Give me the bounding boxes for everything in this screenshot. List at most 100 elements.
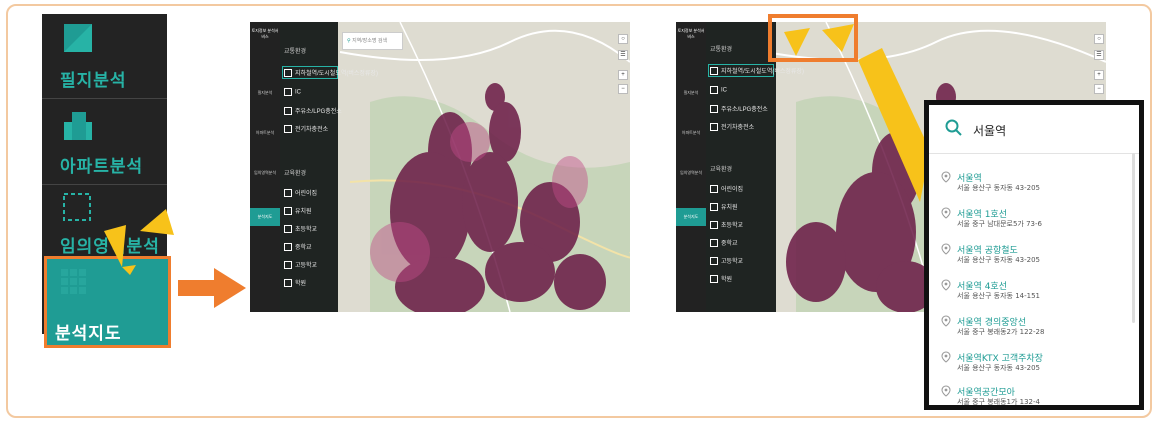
checkbox-icon [284, 243, 292, 252]
map-screenshot-1: 토지정보 분석서비스 필지분석 아파트분석 임의영역분석 분석지도 교통환경 지… [250, 22, 630, 312]
layer-option[interactable]: IC [284, 88, 301, 96]
sidebar-item-label: 필지분석 [60, 71, 127, 91]
result-address: 서울 중구 남대문로5가 73-6 [957, 220, 1042, 228]
layer-option[interactable]: 어린이집 [710, 184, 743, 194]
location-pin-icon [941, 315, 951, 327]
zoom-out-icon[interactable]: − [1094, 84, 1104, 94]
checkbox-icon [284, 88, 292, 96]
sidebar-item-label: 아파트분석 [60, 157, 144, 177]
result-address: 서울 용산구 동자동 43-205 [957, 256, 1040, 264]
search-popup: 서울역 서울역 서울 용산구 동자동 43-205 서울역 1호선 서울 중구 … [924, 100, 1144, 410]
arrow-right-icon [178, 268, 246, 308]
grid-icon [61, 269, 86, 294]
checkbox-icon [710, 105, 718, 114]
layer-option[interactable]: IC [710, 86, 727, 94]
layer-option[interactable]: 어린이집 [284, 188, 317, 198]
checkbox-icon [710, 257, 718, 266]
location-pin-icon [941, 207, 951, 219]
result-address: 서울 용산구 동자동 43-205 [957, 184, 1040, 192]
checkbox-icon [284, 125, 292, 134]
app-brand: 토지정보 분석서비스 [251, 28, 279, 39]
layer-panel: 교통환경 지하철역/도시철도역(버스정류장) IC 주유소/LPG충전소 전기차… [706, 22, 804, 312]
dashed-area-icon [63, 193, 91, 221]
layer-option[interactable]: 학원 [710, 274, 732, 284]
layer-option[interactable]: 중학교 [710, 238, 738, 248]
location-pin-icon [941, 351, 951, 363]
checkbox-icon [710, 239, 718, 248]
checkbox-icon [284, 107, 292, 116]
callout-pointer [784, 24, 930, 202]
layer-option[interactable]: 지하철역/도시철도역(버스정류장) [284, 68, 378, 78]
nav-parcel[interactable]: 필지분석 [676, 90, 706, 96]
compass-icon[interactable]: ○ [1094, 34, 1104, 44]
nav-analysis-map[interactable]: 분석지도 [676, 208, 706, 226]
map-app-sidebar: 토지정보 분석서비스 필지분석 아파트분석 임의영역분석 분석지도 [676, 22, 706, 312]
checkbox-icon [710, 185, 718, 194]
layer-option[interactable]: 전기차충전소 [710, 122, 754, 132]
checkbox-icon [710, 203, 718, 212]
location-pin-icon [941, 279, 951, 291]
result-address: 서울 용산구 동자동 14-151 [957, 292, 1040, 300]
layer-option[interactable]: 중학교 [284, 242, 312, 252]
group-title: 교통환경 [284, 49, 307, 55]
apartment-icon [64, 112, 92, 140]
result-address: 서울 중구 봉래동2가 122-28 [957, 328, 1045, 336]
location-pin-icon [941, 385, 951, 397]
checkbox-icon [284, 189, 292, 198]
layer-option[interactable]: 유치원 [284, 206, 312, 216]
layer-option[interactable]: 학원 [284, 278, 306, 288]
layers-icon[interactable]: ☰ [618, 50, 628, 60]
layer-option[interactable]: 초등학교 [284, 224, 317, 234]
search-input[interactable]: 서울역 [929, 105, 1139, 154]
checkbox-icon [284, 225, 292, 234]
result-address: 서울 용산구 동자동 43-205 [957, 364, 1040, 372]
checkbox-icon [284, 279, 292, 288]
group-title: 교통환경 [710, 47, 733, 53]
zoom-out-icon[interactable]: − [618, 84, 628, 94]
app-brand: 토지정보 분석서비스 [677, 28, 705, 39]
group-title: 교육환경 [284, 171, 307, 177]
map-search-input[interactable]: ⚲ 지역/장소명 검색 [342, 32, 403, 50]
checkbox-icon [710, 275, 718, 284]
map-app-sidebar: 토지정보 분석서비스 필지분석 아파트분석 임의영역분석 분석지도 [250, 22, 280, 312]
nav-custom-area[interactable]: 임의영역분석 [250, 170, 280, 176]
layer-option[interactable]: 고등학교 [284, 260, 317, 270]
nav-apartment[interactable]: 아파트분석 [676, 130, 706, 136]
nav-analysis-map[interactable]: 분석지도 [250, 208, 280, 226]
checkbox-icon [284, 207, 292, 216]
parcel-icon [64, 24, 92, 52]
zoom-in-icon[interactable]: + [1094, 70, 1104, 80]
checkbox-icon [284, 261, 292, 270]
compass-icon[interactable]: ○ [618, 34, 628, 44]
zoom-in-icon[interactable]: + [618, 70, 628, 80]
layer-panel: 교통환경 지하철역/도시철도역(버스정류장) IC 주유소/LPG충전소 전기차… [280, 22, 378, 312]
callout-pointer [104, 209, 174, 275]
search-query: 서울역 [973, 124, 1007, 138]
scrollbar[interactable] [1132, 153, 1135, 323]
group-title: 교육환경 [710, 167, 733, 173]
layer-option[interactable]: 초등학교 [710, 220, 743, 230]
search-icon [945, 119, 962, 136]
sidebar-item-label: 분석지도 [55, 324, 122, 344]
divider [42, 184, 167, 185]
sidebar-item-apartment-analysis[interactable]: 아파트분석 [42, 100, 167, 182]
divider [42, 98, 167, 99]
layer-option[interactable]: 주유소/LPG충전소 [284, 106, 342, 116]
location-pin-icon [941, 171, 951, 183]
layers-icon[interactable]: ☰ [1094, 50, 1104, 60]
checkbox-icon [710, 86, 718, 94]
location-pin-icon [941, 243, 951, 255]
checkbox-icon [284, 69, 292, 78]
layer-option[interactable]: 주유소/LPG충전소 [710, 104, 768, 114]
nav-parcel[interactable]: 필지분석 [250, 90, 280, 96]
layer-option[interactable]: 유치원 [710, 202, 738, 212]
checkbox-icon [710, 123, 718, 132]
layer-option[interactable]: 전기차충전소 [284, 124, 328, 134]
sidebar-item-parcel-analysis[interactable]: 필지분석 [42, 14, 167, 96]
layer-option[interactable]: 고등학교 [710, 256, 743, 266]
search-icon: ⚲ [347, 38, 351, 44]
checkbox-icon [710, 221, 718, 230]
nav-custom-area[interactable]: 임의영역분석 [676, 170, 706, 176]
nav-apartment[interactable]: 아파트분석 [250, 130, 280, 136]
checkbox-icon [710, 67, 718, 76]
